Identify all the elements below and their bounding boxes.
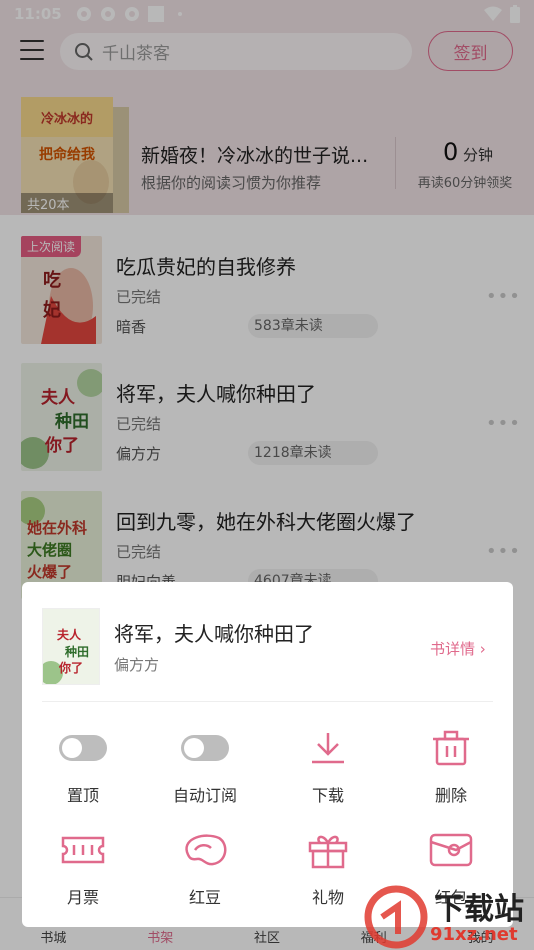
monthly-ticket-button[interactable]: 月票 xyxy=(28,830,138,908)
action-label: 删除 xyxy=(434,786,467,805)
svg-text:你了: 你了 xyxy=(58,660,83,675)
delete-button[interactable]: 删除 xyxy=(396,728,506,806)
watermark-domain: 91xz.net xyxy=(430,924,518,945)
download-button[interactable]: 下载 xyxy=(273,728,383,806)
divider xyxy=(42,701,493,702)
gift-icon xyxy=(308,835,348,869)
action-label: 下载 xyxy=(311,786,344,805)
red-packet-icon xyxy=(429,833,473,867)
download-icon xyxy=(312,733,344,764)
auto-subscribe-toggle[interactable]: 自动订阅 xyxy=(150,728,260,806)
action-label: 月票 xyxy=(66,888,99,907)
action-label: 自动订阅 xyxy=(172,786,237,805)
toggle-off-icon[interactable] xyxy=(59,735,107,761)
chevron-right-icon: › xyxy=(479,640,486,658)
svg-text:种田: 种田 xyxy=(64,644,89,659)
book-detail-link[interactable]: 书详情 › xyxy=(430,638,486,659)
toggle-off-icon[interactable] xyxy=(181,735,229,761)
popup-book-cover: 夫人种田 你了 xyxy=(42,608,100,685)
pin-top-toggle[interactable]: 置顶 xyxy=(28,728,138,806)
book-detail-label: 书详情 xyxy=(430,640,476,658)
action-label: 置顶 xyxy=(66,786,99,805)
popup-book-title: 将军，夫人喊你种田了 xyxy=(114,622,314,646)
ticket-icon xyxy=(61,836,105,864)
popup-book-author: 偏方方 xyxy=(114,656,160,674)
red-bean-button[interactable]: 红豆 xyxy=(150,830,260,908)
trash-icon xyxy=(433,730,469,766)
red-bean-icon xyxy=(185,834,227,866)
site-watermark: 下载站 91xz.net xyxy=(364,884,534,950)
svg-text:夫人: 夫人 xyxy=(56,627,82,642)
watermark-text: 下载站 xyxy=(434,892,524,927)
action-label: 红豆 xyxy=(188,888,221,907)
book-action-sheet: 夫人种田 你了 将军，夫人喊你种田了 偏方方 书详情 › 置顶 自动订阅 下载 删… xyxy=(22,582,513,927)
